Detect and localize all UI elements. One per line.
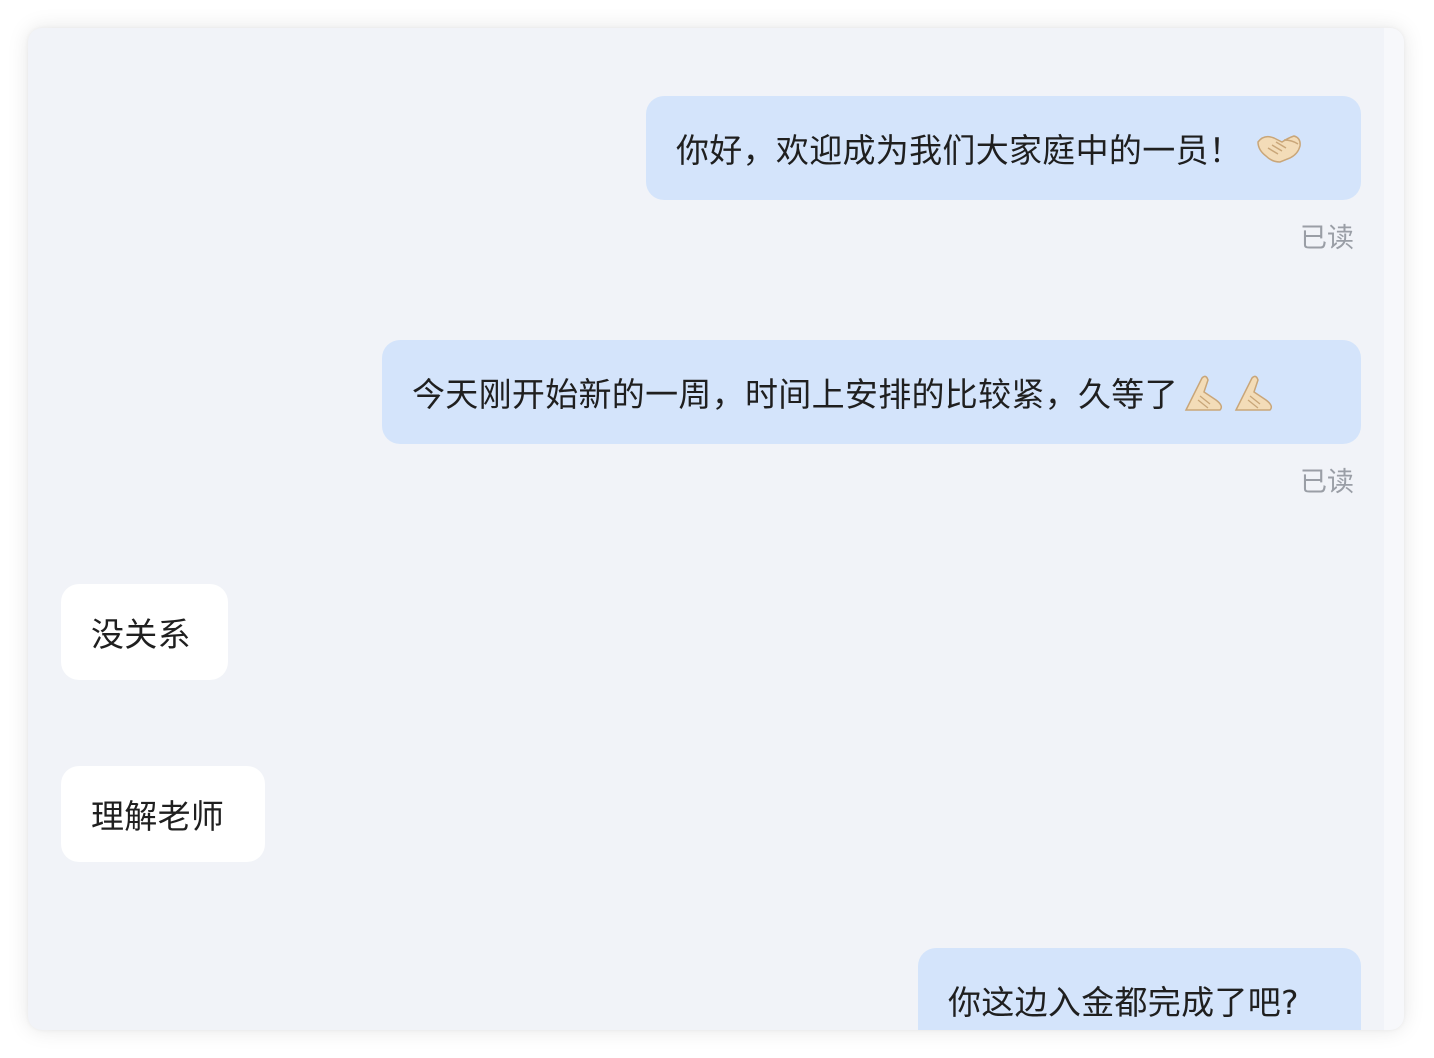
message-bubble-sent[interactable]: 你好，欢迎成为我们大家庭中的一员！ [646, 96, 1361, 200]
scrollbar-track[interactable] [1384, 28, 1404, 1030]
message-bubble-received[interactable]: 理解老师 [61, 766, 265, 862]
handshake-icon [1254, 128, 1304, 168]
message-text: 今天刚开始新的一周，时间上安排的比较紧，久等了 [412, 375, 1178, 414]
message-text: 你好，欢迎成为我们大家庭中的一员！ [676, 131, 1243, 170]
folded-hands-icon [1180, 370, 1280, 414]
message-text: 理解老师 [91, 797, 225, 836]
message-bubble-received[interactable]: 没关系 [61, 584, 228, 680]
read-status: 已读 [1300, 467, 1354, 498]
chat-window: 你好，欢迎成为我们大家庭中的一员！ 已读 今天刚开始新的一周，时间上安排的比较紧… [28, 28, 1404, 1030]
message-bubble-sent[interactable]: 你这边入金都完成了吧? [918, 948, 1361, 1030]
message-text: 你这边入金都完成了吧? [948, 983, 1299, 1022]
read-status: 已读 [1300, 223, 1354, 254]
message-bubble-sent[interactable]: 今天刚开始新的一周，时间上安排的比较紧，久等了 [382, 340, 1361, 444]
message-text: 没关系 [91, 615, 191, 654]
